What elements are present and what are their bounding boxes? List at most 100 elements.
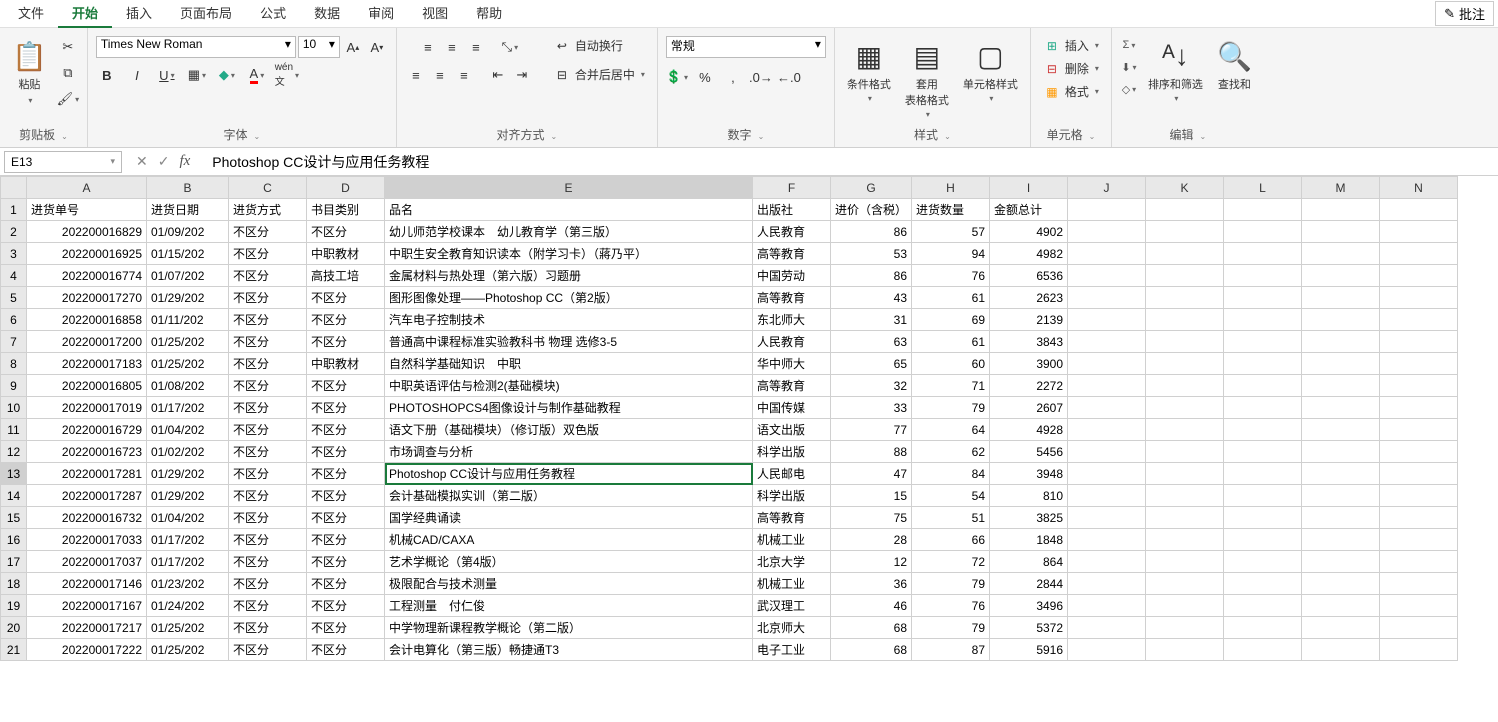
row-header[interactable]: 8 (1, 353, 27, 375)
row-header[interactable]: 19 (1, 595, 27, 617)
cell[interactable]: 机械CAD/CAXA (385, 529, 753, 551)
cell[interactable] (1380, 595, 1458, 617)
cell[interactable]: 54 (912, 485, 990, 507)
cell[interactable] (1302, 287, 1380, 309)
cell[interactable]: 202200016829 (27, 221, 147, 243)
cell[interactable]: 01/07/202 (147, 265, 229, 287)
cell[interactable]: 不区分 (307, 573, 385, 595)
decrease-decimal-icon[interactable]: ←.0 (778, 66, 800, 88)
cut-icon[interactable]: ✂ (57, 36, 79, 58)
cell[interactable]: 艺术学概论（第4版） (385, 551, 753, 573)
align-left-icon[interactable]: ≡ (405, 64, 427, 86)
cell[interactable]: 202200016858 (27, 309, 147, 331)
cell[interactable]: 01/25/202 (147, 353, 229, 375)
cell[interactable]: 机械工业 (753, 573, 831, 595)
cell[interactable]: 36 (831, 573, 912, 595)
cell[interactable]: 人民教育 (753, 221, 831, 243)
cell[interactable]: 864 (990, 551, 1068, 573)
col-header-E[interactable]: E (385, 177, 753, 199)
cell[interactable] (1302, 419, 1380, 441)
cell[interactable]: 2844 (990, 573, 1068, 595)
comma-icon[interactable]: , (722, 66, 744, 88)
increase-decimal-icon[interactable]: .0→ (750, 66, 772, 88)
cell[interactable] (1068, 331, 1146, 353)
cell[interactable] (1224, 507, 1302, 529)
cell[interactable]: 进货单号 (27, 199, 147, 221)
cell[interactable]: 不区分 (229, 529, 307, 551)
cell[interactable] (1146, 243, 1224, 265)
cell[interactable] (1302, 595, 1380, 617)
cell[interactable] (1146, 419, 1224, 441)
cell[interactable] (1224, 573, 1302, 595)
cell[interactable]: 202200017183 (27, 353, 147, 375)
col-header-I[interactable]: I (990, 177, 1068, 199)
cell[interactable]: 高等教育 (753, 287, 831, 309)
cell[interactable] (1380, 221, 1458, 243)
cell[interactable]: 不区分 (307, 309, 385, 331)
cell[interactable] (1380, 353, 1458, 375)
cell[interactable] (1380, 397, 1458, 419)
cell[interactable] (1146, 507, 1224, 529)
cell[interactable]: 01/29/202 (147, 287, 229, 309)
cell[interactable]: 5916 (990, 639, 1068, 661)
cell[interactable]: 4928 (990, 419, 1068, 441)
cell[interactable] (1224, 375, 1302, 397)
cell[interactable]: 75 (831, 507, 912, 529)
cell[interactable]: 33 (831, 397, 912, 419)
cell[interactable]: 202200017281 (27, 463, 147, 485)
col-header-C[interactable]: C (229, 177, 307, 199)
cell[interactable]: 2607 (990, 397, 1068, 419)
cell[interactable]: 市场调查与分析 (385, 441, 753, 463)
cell[interactable]: 会计基础模拟实训（第二版） (385, 485, 753, 507)
cell[interactable] (1224, 485, 1302, 507)
cell[interactable] (1146, 639, 1224, 661)
cell[interactable]: 武汉理工 (753, 595, 831, 617)
font-family-select[interactable]: Times New Roman ▾ (96, 36, 296, 58)
cell[interactable] (1224, 221, 1302, 243)
cell[interactable]: 汽车电子控制技术 (385, 309, 753, 331)
cell[interactable] (1302, 353, 1380, 375)
cell[interactable]: 中职教材 (307, 353, 385, 375)
cell[interactable]: 不区分 (307, 419, 385, 441)
cell[interactable]: 01/25/202 (147, 617, 229, 639)
cell[interactable] (1146, 441, 1224, 463)
cell[interactable]: 国学经典诵读 (385, 507, 753, 529)
cell[interactable]: 科学出版 (753, 441, 831, 463)
cell[interactable] (1146, 287, 1224, 309)
cell[interactable]: 金属材料与热处理（第六版）习题册 (385, 265, 753, 287)
cell[interactable] (1380, 529, 1458, 551)
cell[interactable]: 不区分 (307, 595, 385, 617)
cell[interactable]: 01/15/202 (147, 243, 229, 265)
cell[interactable]: 202200017019 (27, 397, 147, 419)
cell[interactable] (1068, 485, 1146, 507)
cell[interactable]: 普通高中课程标准实验教科书 物理 选修3-5 (385, 331, 753, 353)
cell[interactable] (1224, 617, 1302, 639)
cell[interactable]: 机械工业 (753, 529, 831, 551)
cell[interactable]: 极限配合与技术测量 (385, 573, 753, 595)
cell[interactable] (1380, 485, 1458, 507)
row-header[interactable]: 15 (1, 507, 27, 529)
row-header[interactable]: 5 (1, 287, 27, 309)
cell[interactable]: 不区分 (307, 375, 385, 397)
cell[interactable] (1224, 463, 1302, 485)
cell[interactable]: 60 (912, 353, 990, 375)
cell[interactable]: 进货日期 (147, 199, 229, 221)
cell[interactable] (1146, 551, 1224, 573)
cell[interactable]: 202200016732 (27, 507, 147, 529)
row-header[interactable]: 17 (1, 551, 27, 573)
cell[interactable] (1146, 375, 1224, 397)
cell[interactable]: PHOTOSHOPCS4图像设计与制作基础教程 (385, 397, 753, 419)
cell[interactable]: 61 (912, 287, 990, 309)
cell[interactable]: 32 (831, 375, 912, 397)
spreadsheet-grid[interactable]: ABCDEFGHIJKLMN1进货单号进货日期进货方式书目类别品名出版社进价（含… (0, 176, 1498, 722)
cell[interactable] (1224, 639, 1302, 661)
cell[interactable]: 202200017033 (27, 529, 147, 551)
name-box[interactable]: E13▾ (4, 151, 122, 173)
cell[interactable] (1302, 639, 1380, 661)
annotate-button[interactable]: ✎ 批注 (1435, 1, 1494, 26)
cell[interactable]: 不区分 (229, 375, 307, 397)
cell[interactable] (1068, 375, 1146, 397)
bold-button[interactable]: B (96, 64, 118, 86)
cell[interactable] (1302, 507, 1380, 529)
cell[interactable]: 01/17/202 (147, 529, 229, 551)
